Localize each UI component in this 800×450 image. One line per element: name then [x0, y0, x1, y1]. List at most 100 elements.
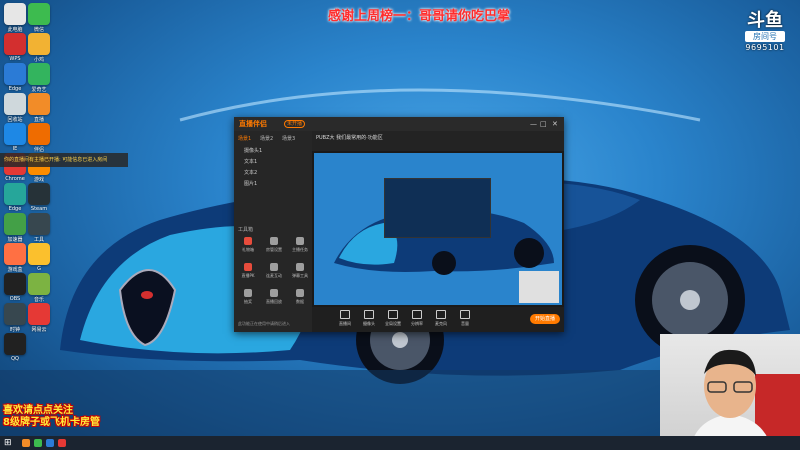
tool-button[interactable]: 直播回放	[264, 289, 284, 305]
notification-bar[interactable]: 你的直播间有主播已开播: 可能信息已进入房间	[0, 153, 128, 167]
tool-button[interactable]: 弹幕工具	[290, 263, 310, 279]
desktop-app-icon[interactable]	[4, 63, 26, 85]
action-room-button[interactable]: 直播间	[334, 310, 356, 327]
desktop-icon-label: G	[37, 266, 41, 272]
desktop-app-icon[interactable]	[4, 123, 26, 145]
action-label: 音量	[461, 321, 469, 326]
tool-label: 礼物箱	[242, 247, 254, 252]
action-mic-button[interactable]: 麦克风	[430, 310, 452, 327]
tool-icon	[270, 237, 278, 245]
desktop-app-icon[interactable]	[4, 183, 26, 205]
desktop-app-icon[interactable]	[4, 93, 26, 115]
desktop-icon-label: 伴侣	[33, 147, 44, 153]
monitor-icon	[412, 310, 422, 319]
desktop-icon-label: 工具	[33, 237, 44, 243]
tab-scene-3[interactable]: 场景3	[282, 135, 295, 142]
tool-icon	[270, 289, 278, 297]
desktop-app-icon[interactable]	[28, 303, 50, 325]
desktop-app-icon[interactable]	[4, 33, 26, 55]
desktop-app-icon[interactable]	[4, 273, 26, 295]
taskbar-app-icon[interactable]	[58, 439, 66, 447]
desktop-app-icon[interactable]	[4, 303, 26, 325]
follow-prompt: 喜欢请点点关注	[3, 405, 73, 416]
desktop-app-icon[interactable]	[28, 3, 50, 25]
desktop-icon-label: Steam	[30, 206, 48, 212]
nested-preview-window	[384, 178, 491, 238]
tool-button[interactable]: 连麦互动	[264, 263, 284, 279]
desktop-app-icon[interactable]	[28, 123, 50, 145]
tool-label: 主播任务	[292, 247, 308, 252]
desktop-icon-label: 音乐	[33, 297, 44, 303]
desktop-app-icon[interactable]	[4, 213, 26, 235]
tool-button[interactable]: 直播PK	[238, 263, 258, 279]
tool-button[interactable]: 数据	[290, 289, 310, 305]
app-title-bar[interactable]: 直播伴侣 未开播 — □ ✕	[234, 117, 564, 131]
room-icon	[340, 310, 350, 319]
action-settings-button[interactable]: 全局设置	[382, 310, 404, 327]
desktop-icon-label: 网易云	[31, 327, 47, 333]
tool-button[interactable]: 主播任务	[290, 237, 310, 253]
tool-label: 抽奖	[244, 299, 252, 304]
douyu-logo: 斗鱼 房间号 9695101	[742, 12, 788, 52]
action-label: 分辨率	[411, 321, 423, 326]
app-main-panel: PUBZ大 我们最常用的·功能区 直播间 摄像头 全局设置 分辨率 麦克风 音量…	[312, 131, 564, 332]
desktop-app-icon[interactable]	[28, 93, 50, 115]
action-camera-button[interactable]: 摄像头	[358, 310, 380, 327]
tool-label: 连麦互动	[266, 273, 282, 278]
tab-scene-1[interactable]: 场景1	[238, 135, 251, 142]
streamer-footer-text: 喜欢请点点关注 8级牌子或飞机卡房管	[3, 405, 100, 429]
desktop-app-icon[interactable]	[28, 33, 50, 55]
action-resolution-button[interactable]: 分辨率	[406, 310, 428, 327]
action-volume-button[interactable]: 音量	[454, 310, 476, 327]
go-live-button[interactable]: 开始直播	[530, 314, 560, 324]
desktop-icon-label: 爱奇艺	[31, 87, 47, 93]
scene-item[interactable]: 文本1	[244, 158, 257, 165]
desktop-app-icon[interactable]	[4, 243, 26, 265]
preview-webcam	[519, 271, 559, 303]
desktop-icon-label: 游戏	[33, 177, 44, 183]
tool-label: 直播PK	[241, 273, 255, 278]
tool-button[interactable]: 礼物箱	[238, 237, 258, 253]
tool-label: 弹幕工具	[292, 273, 308, 278]
tool-icon	[244, 289, 252, 297]
taskbar-app-icon[interactable]	[22, 439, 30, 447]
taskbar-app-icon[interactable]	[34, 439, 42, 447]
room-header: PUBZ大 我们最常用的·功能区	[312, 131, 564, 151]
app-sidebar: 场景1 场景2 场景3 摄像头1 文本1 文本2 图片1 工具箱 礼物箱 房管设置…	[234, 131, 312, 332]
gear-icon	[388, 310, 398, 319]
action-bar: 直播间 摄像头 全局设置 分辨率 麦克风 音量 开始直播	[312, 307, 564, 332]
tool-button[interactable]: 抽奖	[238, 289, 258, 305]
desktop-app-icon[interactable]	[4, 333, 26, 355]
webcam-overlay	[660, 334, 800, 450]
sidebar-footer-text: 此功能正在使用中请稍后进入	[238, 321, 290, 326]
camera-icon	[364, 310, 374, 319]
windows-start-icon[interactable]: ⊞	[4, 438, 14, 448]
desktop-app-icon[interactable]	[28, 213, 50, 235]
scene-item[interactable]: 文本2	[244, 169, 257, 176]
desktop-app-icon[interactable]	[4, 3, 26, 25]
tool-icon	[296, 289, 304, 297]
douyu-mark: 斗鱼	[747, 10, 783, 31]
tool-button[interactable]: 房管设置	[264, 237, 284, 253]
close-icon[interactable]: ✕	[552, 120, 558, 128]
taskbar-app-icon[interactable]	[46, 439, 54, 447]
tab-scene-2[interactable]: 场景2	[260, 135, 273, 142]
tool-label: 房管设置	[266, 247, 282, 252]
stream-preview[interactable]	[314, 153, 562, 305]
streaming-app-window[interactable]: 直播伴侣 未开播 — □ ✕ 场景1 场景2 场景3 摄像头1 文本1 文本2 …	[234, 117, 564, 332]
desktop-app-icon[interactable]	[28, 183, 50, 205]
desktop-app-icon[interactable]	[28, 63, 50, 85]
room-number-tag: 房间号	[745, 31, 785, 42]
desktop-app-icon[interactable]	[28, 273, 50, 295]
desktop-app-icon[interactable]	[28, 243, 50, 265]
maximize-icon[interactable]: □	[540, 120, 547, 128]
room-title[interactable]: PUBZ大 我们最常用的·功能区	[316, 134, 383, 141]
thanks-banner: 感谢上周榜一：哥哥请你吃巴掌	[328, 9, 511, 24]
scene-item[interactable]: 图片1	[244, 180, 257, 187]
desktop-icon-label: 微信	[33, 27, 44, 33]
action-label: 麦克风	[435, 321, 447, 326]
taskbar: ⊞	[0, 436, 800, 450]
action-label: 摄像头	[363, 321, 375, 326]
scene-item[interactable]: 摄像头1	[244, 147, 262, 154]
minimize-icon[interactable]: —	[530, 120, 537, 128]
